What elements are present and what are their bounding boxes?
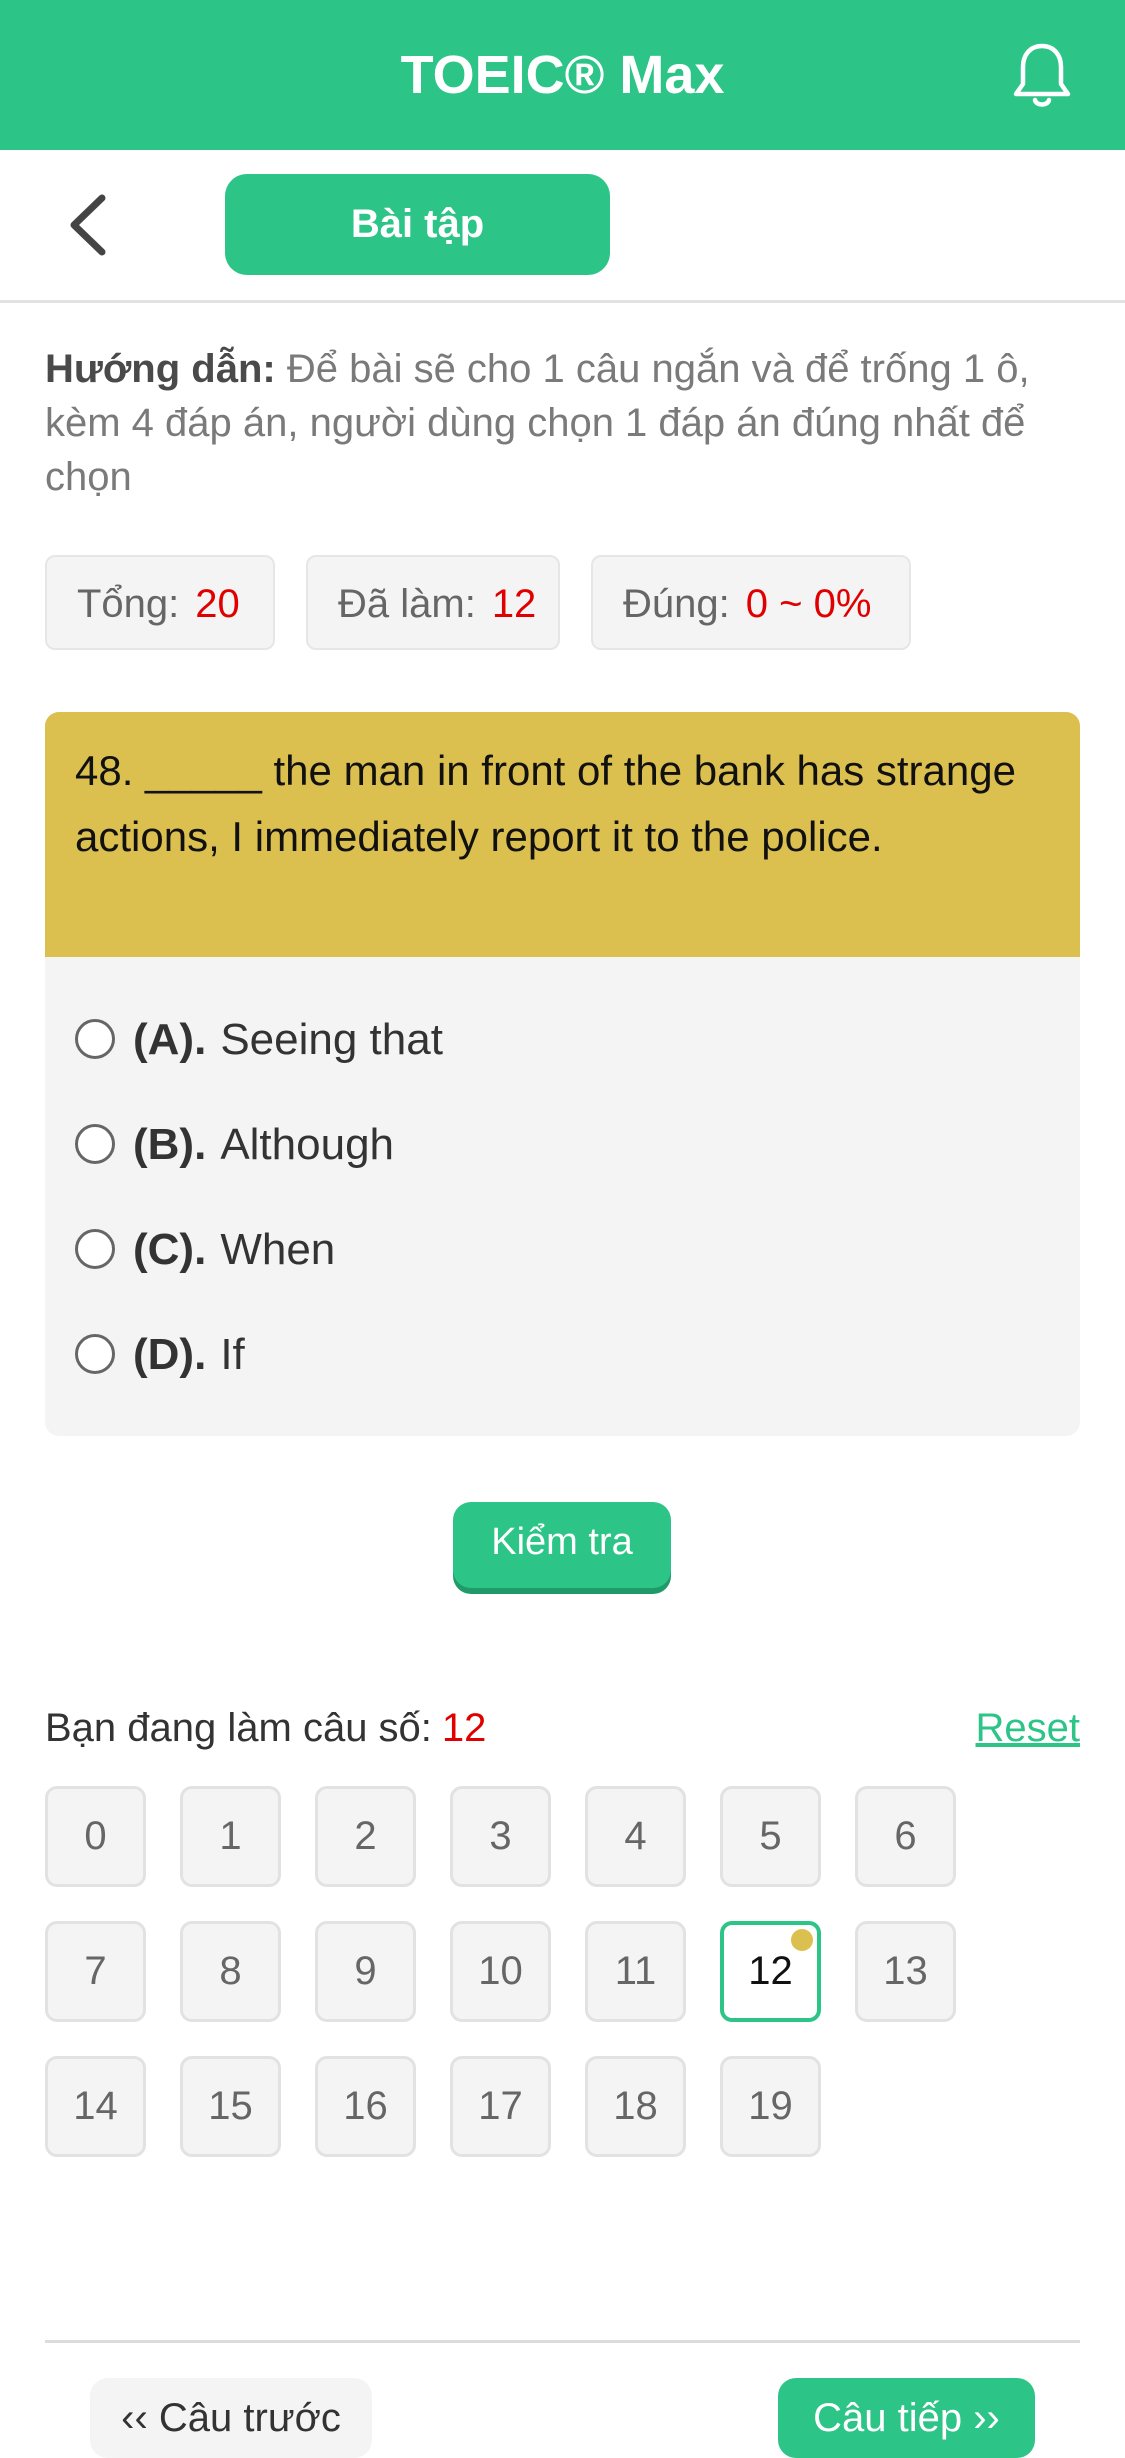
question-number-6[interactable]: 6 [855,1786,956,1887]
option-a[interactable]: (A). Seeing that [75,1005,975,1075]
option-letter: (B). [133,1120,207,1169]
stat-correct-value: 0 ~ 0% [745,582,872,626]
previous-question-button[interactable]: ‹‹ Câu trước [90,2378,372,2458]
radio-icon[interactable] [75,1334,115,1375]
reset-link[interactable]: Reset [960,1700,1081,1756]
exercise-tab-button[interactable]: Bài tập [225,174,610,275]
question-header: 48. _____ the man in front of the bank h… [45,712,1080,957]
question-number-15[interactable]: 15 [180,2056,281,2157]
question-number-2[interactable]: 2 [315,1786,416,1887]
stat-correct: Đúng: 0 ~ 0% [591,555,911,650]
question-number-4[interactable]: 4 [585,1786,686,1887]
stat-total-label: Tổng: [77,582,180,626]
question-number-1[interactable]: 1 [180,1786,281,1887]
question-number-7[interactable]: 7 [45,1921,146,2022]
option-letter: (D). [133,1330,207,1379]
question-number-16[interactable]: 16 [315,2056,416,2157]
option-b[interactable]: (B). Although [75,1110,975,1180]
option-text: When [220,1225,336,1274]
check-button[interactable]: Kiểm tra [453,1502,671,1588]
radio-icon[interactable] [75,1124,115,1165]
option-text: Although [220,1120,395,1169]
current-question-value: 12 [441,1706,487,1750]
nav-bar: Bài tập [0,150,1125,303]
instructions: Hướng dẫn: Để bài sẽ cho 1 câu ngắn và đ… [45,342,1085,504]
option-letter: (A). [133,1015,207,1064]
option-text: If [220,1330,245,1379]
question-number-8[interactable]: 8 [180,1921,281,2022]
question-text: 48. _____ the man in front of the bank h… [75,747,1016,860]
option-d[interactable]: (D). If [75,1320,975,1390]
option-text: Seeing that [220,1015,443,1064]
stat-done: Đã làm: 12 [306,555,560,650]
question-number-10[interactable]: 10 [450,1921,551,2022]
radio-icon[interactable] [75,1229,115,1270]
stat-total-value: 20 [195,582,240,626]
question-number-12[interactable]: 12 [720,1921,821,2022]
status-dot-icon [791,1929,813,1951]
question-number-9[interactable]: 9 [315,1921,416,2022]
question-number-3[interactable]: 3 [450,1786,551,1887]
option-letter: (C). [133,1225,207,1274]
divider [45,2340,1080,2343]
current-question: Bạn đang làm câu số: 12 [45,1700,486,1756]
chevron-left-icon[interactable] [60,190,120,260]
question-number-19[interactable]: 19 [720,2056,821,2157]
question-number-5[interactable]: 5 [720,1786,821,1887]
bell-icon[interactable] [1010,40,1074,112]
question-number-17[interactable]: 17 [450,2056,551,2157]
stat-done-label: Đã làm: [338,582,476,626]
question-number-0[interactable]: 0 [45,1786,146,1887]
question-number-13[interactable]: 13 [855,1921,956,2022]
app-title: TOEIC® Max [400,45,725,105]
question-number-11[interactable]: 11 [585,1921,686,2022]
question-card: 48. _____ the man in front of the bank h… [45,712,1080,1436]
question-number-18[interactable]: 18 [585,2056,686,2157]
stat-correct-label: Đúng: [623,582,730,626]
radio-icon[interactable] [75,1019,115,1060]
next-question-button[interactable]: Câu tiếp ›› [778,2378,1035,2458]
instructions-label: Hướng dẫn: [45,347,276,391]
question-number-14[interactable]: 14 [45,2056,146,2157]
option-c[interactable]: (C). When [75,1215,975,1285]
app-header: TOEIC® Max [0,0,1125,150]
stat-done-value: 12 [491,582,537,626]
stat-total: Tổng: 20 [45,555,275,650]
current-question-label: Bạn đang làm câu số: [45,1706,432,1750]
